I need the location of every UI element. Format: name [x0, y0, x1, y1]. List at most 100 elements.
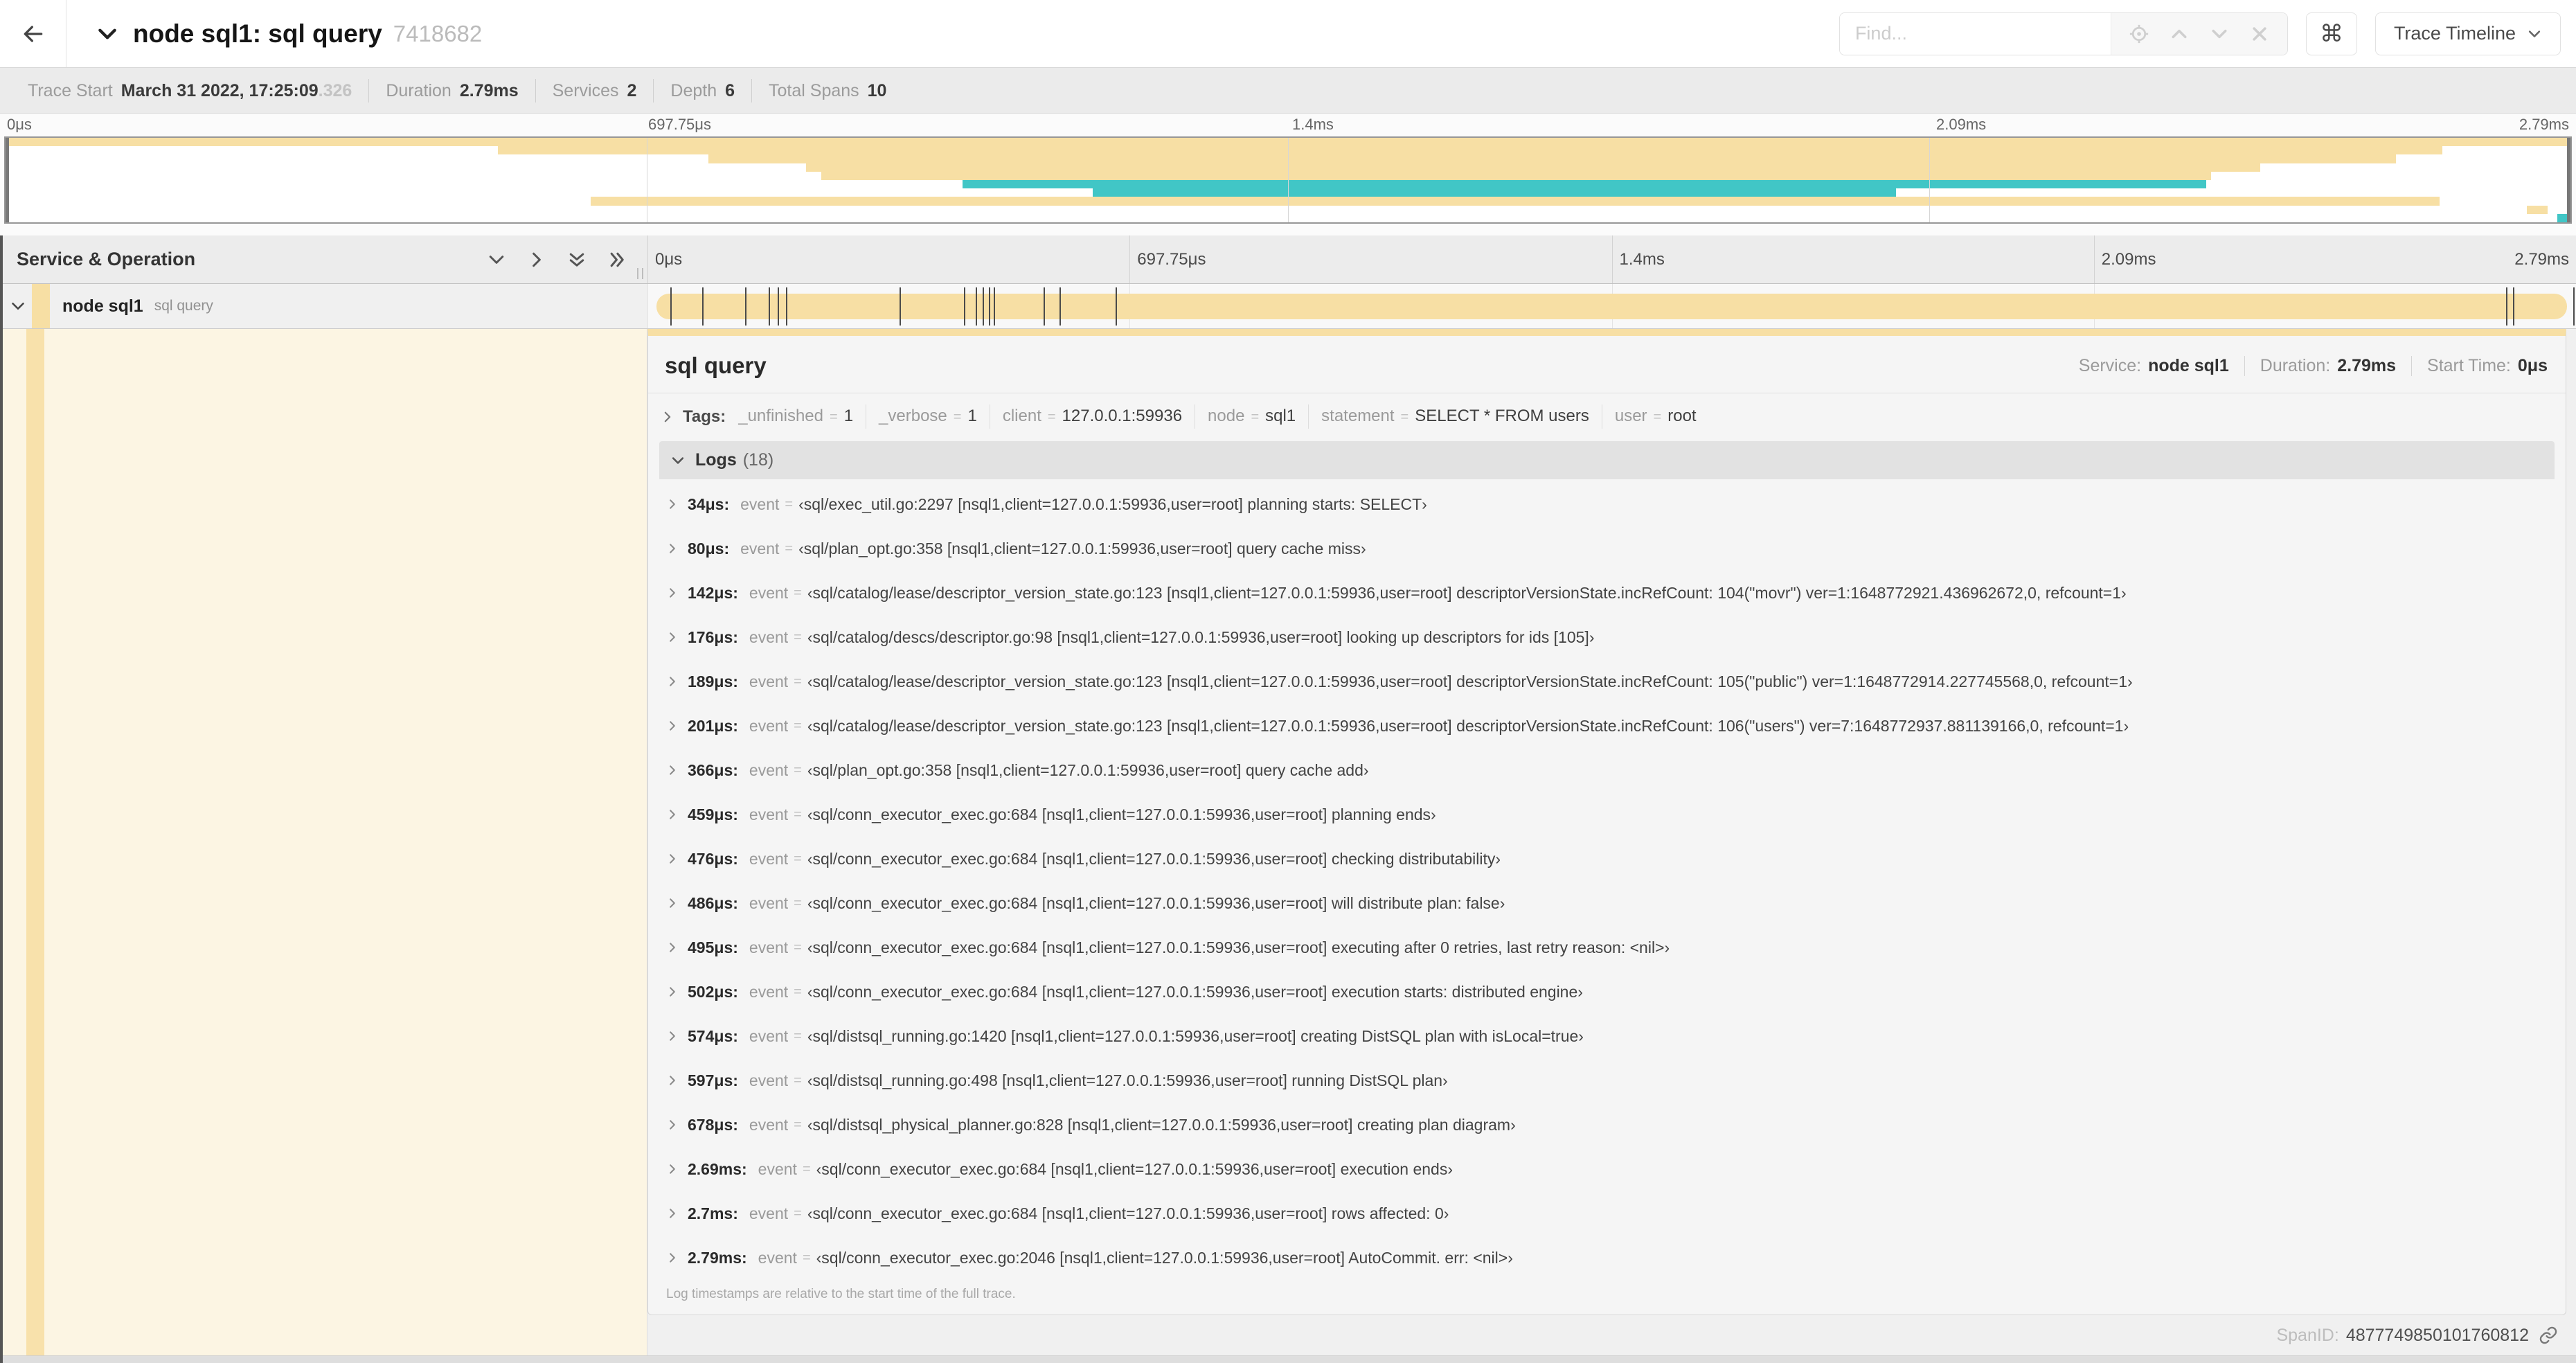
expand-all-double-chevron-right-icon[interactable] [607, 250, 627, 269]
page-title: node sql1: sql query [133, 19, 382, 48]
log-expand-chevron-right-icon[interactable] [666, 1163, 679, 1175]
log-entry[interactable]: 366μs: event = ‹sql/plan_opt.go:358 [nsql1,… [659, 748, 2555, 792]
keyboard-shortcuts-button[interactable]: ⌘ [2305, 12, 2357, 55]
find-icon-group [2110, 12, 2287, 55]
log-field-value: ‹sql/conn_executor_exec.go:684 [nsql1,cl… [807, 849, 1501, 868]
log-field-key: event [749, 1026, 789, 1045]
find-group [1839, 12, 2288, 55]
log-field-key: event [749, 893, 789, 912]
log-entry[interactable]: 502μs: event = ‹sql/conn_executor_exec.go:6… [659, 970, 2555, 1014]
log-entry[interactable]: 2.79ms: event = ‹sql/conn_executor_exec.go:… [659, 1236, 2555, 1280]
log-entry[interactable]: 34μs: event = ‹sql/exec_util.go:2297 [nsql1… [659, 482, 2555, 526]
log-entry[interactable]: 201μs: event = ‹sql/catalog/lease/descripto… [659, 704, 2555, 748]
minimap-canvas[interactable] [4, 136, 2572, 224]
log-entry[interactable]: 2.7ms: event = ‹sql/conn_executor_exec.go:6… [659, 1191, 2555, 1236]
tags-label: Tags: [683, 407, 726, 426]
log-equals: = [794, 1072, 802, 1088]
log-timestamp: 366μs: [688, 760, 738, 779]
log-expand-chevron-right-icon[interactable] [666, 1207, 679, 1220]
log-expand-chevron-right-icon[interactable] [666, 1251, 679, 1264]
log-expand-chevron-right-icon[interactable] [666, 1030, 679, 1042]
trace-view-selector[interactable]: Trace Timeline [2374, 12, 2561, 55]
minimap-left-handle[interactable] [6, 138, 9, 222]
tag-item: _unfinished = 1 [726, 404, 866, 429]
log-entry[interactable]: 574μs: event = ‹sql/distsql_running.go:1420… [659, 1014, 2555, 1058]
deep-link-icon[interactable] [2539, 1326, 2558, 1345]
back-button[interactable] [0, 0, 66, 67]
log-expand-chevron-right-icon[interactable] [666, 941, 679, 954]
find-input[interactable] [1839, 12, 2111, 55]
log-expand-chevron-right-icon[interactable] [666, 675, 679, 688]
log-entry[interactable]: 189μs: event = ‹sql/catalog/lease/descripto… [659, 659, 2555, 704]
log-timestamp: 2.69ms: [688, 1159, 747, 1178]
column-resize-grip[interactable] [637, 268, 643, 279]
log-expand-chevron-right-icon[interactable] [666, 720, 679, 732]
log-expand-chevron-right-icon[interactable] [666, 542, 679, 555]
expand-one-chevron-right-icon[interactable] [527, 250, 546, 269]
expand-collapse-controls [487, 250, 647, 269]
log-marker-tick [2573, 287, 2575, 326]
logs-collapse-chevron-down-icon[interactable] [670, 453, 686, 468]
log-entry[interactable]: 495μs: event = ‹sql/conn_executor_exec.go:6… [659, 925, 2555, 970]
timeline-tick-label: 1.4ms [1619, 249, 1665, 269]
span-duration-bar[interactable] [656, 294, 2568, 319]
log-expand-chevron-right-icon[interactable] [666, 631, 679, 643]
log-expand-chevron-right-icon[interactable] [666, 587, 679, 599]
log-equals: = [794, 1205, 802, 1221]
tag-key: user [1614, 407, 1647, 425]
service-operation-title: Service & Operation [17, 249, 196, 269]
minimap-span-bar [821, 171, 2212, 181]
log-equals: = [794, 895, 802, 911]
minimap-right-handle[interactable] [2567, 138, 2570, 222]
minimap-span-bar [498, 146, 2442, 155]
log-field-key: event [740, 539, 780, 558]
minimap-span-bar [1093, 188, 1896, 197]
log-entry[interactable]: 80μs: event = ‹sql/plan_opt.go:358 [nsql1,c… [659, 526, 2555, 571]
collapse-one-chevron-down-icon[interactable] [487, 250, 506, 269]
log-expand-chevron-right-icon[interactable] [666, 986, 679, 998]
span-row-name-cell[interactable]: node sql1 sql query [0, 284, 647, 329]
top-bar: node sql1: sql query 7418682 Find... ⌘ T… [0, 0, 2576, 67]
log-entry[interactable]: 678μs: event = ‹sql/distsql_physical_planne… [659, 1103, 2555, 1147]
log-entry[interactable]: 459μs: event = ‹sql/conn_executor_exec.go:6… [659, 792, 2555, 837]
tags-expand-chevron-right-icon[interactable] [661, 410, 674, 424]
view-selector-chevron-down-icon [2527, 26, 2542, 42]
log-expand-chevron-right-icon[interactable] [666, 1074, 679, 1087]
prev-result-chevron-up-icon[interactable] [2170, 24, 2189, 44]
log-expand-chevron-right-icon[interactable] [666, 498, 679, 510]
log-timestamp: 574μs: [688, 1026, 738, 1045]
log-timestamp: 189μs: [688, 672, 738, 691]
log-expand-chevron-right-icon[interactable] [666, 764, 679, 776]
clear-search-x-icon[interactable] [2250, 24, 2269, 44]
back-arrow-icon [19, 20, 47, 48]
span-row: node sql1 sql query [0, 284, 2576, 329]
span-collapse-chevron-down-icon[interactable] [10, 298, 26, 314]
focus-match-icon[interactable] [2129, 24, 2149, 44]
tags-row[interactable]: Tags: _unfinished = 1 _verbose = 1 client = 127.… [648, 393, 2566, 438]
log-entry[interactable]: 597μs: event = ‹sql/distsql_running.go:498 … [659, 1058, 2555, 1103]
span-detail-left-column [0, 329, 647, 1363]
minimap-tick-label: 2.09ms [1936, 116, 1987, 133]
next-result-chevron-down-icon[interactable] [2210, 24, 2229, 44]
collapse-trace-chevron-down-icon[interactable] [96, 22, 119, 46]
log-expand-chevron-right-icon[interactable] [666, 1119, 679, 1131]
horizontal-scrollbar-track[interactable] [0, 1355, 2576, 1363]
command-icon: ⌘ [2319, 20, 2343, 47]
log-expand-chevron-right-icon[interactable] [666, 808, 679, 821]
log-expand-chevron-right-icon[interactable] [666, 853, 679, 865]
log-entry[interactable]: 142μs: event = ‹sql/catalog/lease/descripto… [659, 571, 2555, 615]
log-field-key: event [749, 1115, 789, 1134]
log-entry[interactable]: 486μs: event = ‹sql/conn_executor_exec.go:6… [659, 881, 2555, 925]
log-entry[interactable]: 2.69ms: event = ‹sql/conn_executor_exec.go:… [659, 1147, 2555, 1191]
log-expand-chevron-right-icon[interactable] [666, 897, 679, 909]
log-equals: = [785, 540, 794, 556]
log-field-value: ‹sql/conn_executor_exec.go:2046 [nsql1,c… [816, 1248, 1513, 1267]
tag-value: 127.0.0.1:59936 [1062, 407, 1183, 425]
log-field-key: event [749, 1071, 789, 1089]
trace-minimap: 0μs 697.75μs 1.4ms 2.09ms 2.79ms [0, 114, 2576, 224]
span-service-name: node sql1 [62, 296, 143, 316]
log-entry[interactable]: 176μs: event = ‹sql/catalog/descs/descripto… [659, 615, 2555, 659]
log-entry[interactable]: 476μs: event = ‹sql/conn_executor_exec.go:6… [659, 837, 2555, 881]
collapse-all-double-chevron-down-icon[interactable] [567, 250, 587, 269]
logs-accordion-header[interactable]: Logs (18) [659, 441, 2555, 479]
